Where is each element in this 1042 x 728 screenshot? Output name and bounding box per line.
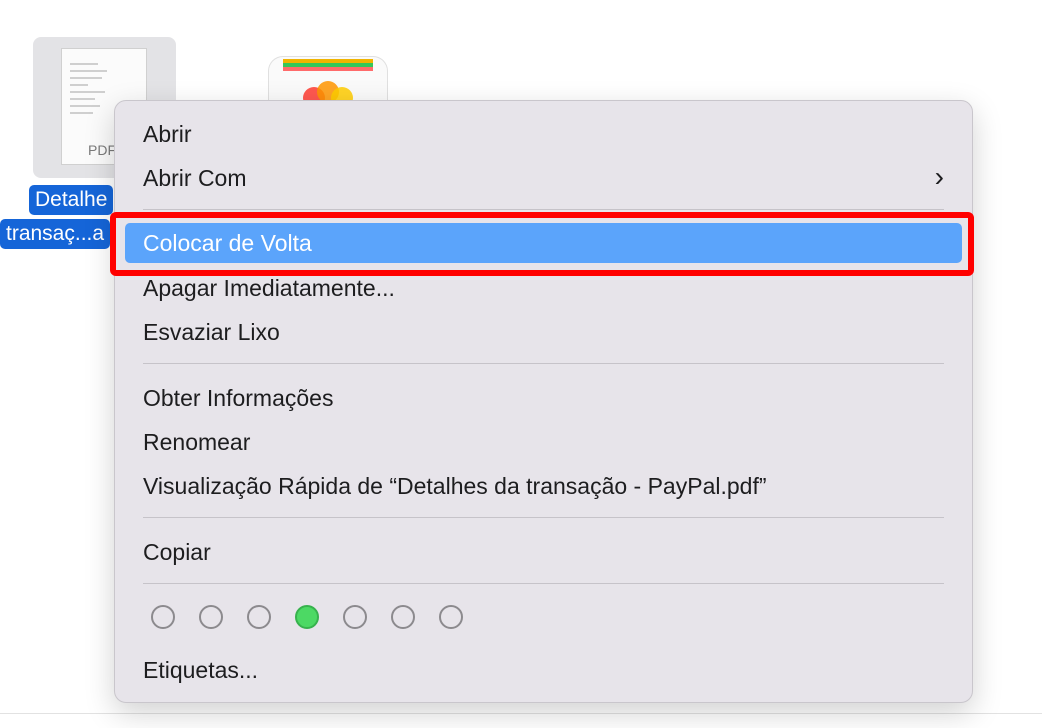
file-name-line-2[interactable]: transaç...a [0, 219, 111, 249]
tag-circle[interactable] [247, 605, 271, 629]
tag-circle[interactable] [343, 605, 367, 629]
menu-item-abrir[interactable]: Abrir [143, 114, 944, 154]
tag-circle-green[interactable] [295, 605, 319, 629]
menu-separator [143, 583, 944, 584]
menu-item-renomear[interactable]: Renomear [143, 422, 944, 462]
tag-circle[interactable] [439, 605, 463, 629]
menu-item-etiquetas[interactable]: Etiquetas... [143, 650, 944, 690]
menu-item-obter-informacoes[interactable]: Obter Informações [143, 378, 944, 418]
menu-separator [143, 363, 944, 364]
menu-item-esvaziar-lixo[interactable]: Esvaziar Lixo [143, 312, 944, 352]
chevron-right-icon: › [934, 161, 944, 192]
menu-item-colocar-de-volta[interactable]: Colocar de Volta [125, 223, 962, 263]
menu-separator [143, 209, 944, 210]
menu-item-abrir-com[interactable]: Abrir Com › [143, 158, 944, 198]
tag-circle[interactable] [151, 605, 175, 629]
pdf-type-label: PDF [88, 142, 116, 158]
menu-item-visualizacao-rapida[interactable]: Visualização Rápida de “Detalhes da tran… [143, 466, 944, 506]
context-menu: Abrir Abrir Com › Colocar de Volta Apaga… [114, 100, 973, 703]
tag-circle[interactable] [391, 605, 415, 629]
menu-item-apagar-imediatamente[interactable]: Apagar Imediatamente... [143, 268, 944, 308]
menu-item-copiar[interactable]: Copiar [143, 532, 944, 572]
tag-circle[interactable] [199, 605, 223, 629]
window-bottom-divider [0, 713, 1042, 714]
file-name-line-1[interactable]: Detalhe [29, 185, 114, 215]
menu-separator [143, 517, 944, 518]
